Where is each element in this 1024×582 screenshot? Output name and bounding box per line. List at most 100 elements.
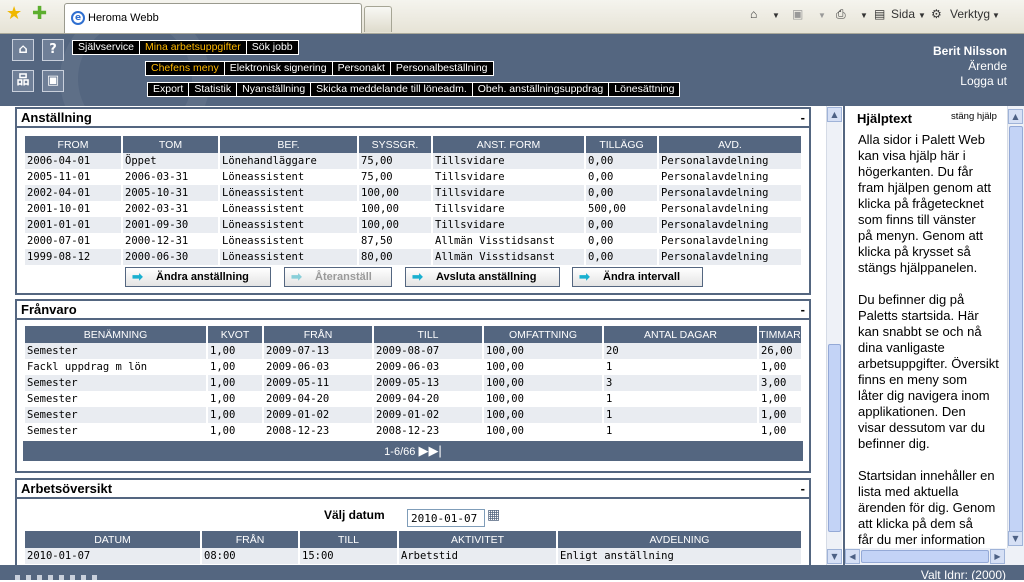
action-statistik[interactable]: Statistik [189, 83, 238, 96]
table-cell: Personalavdelning [659, 153, 801, 169]
content-scrollbar[interactable]: ▲ ▼ [826, 106, 842, 565]
add-favorite-icon[interactable]: ✚ [32, 5, 47, 23]
tools-menu[interactable]: Verktyg [950, 7, 990, 21]
help-button[interactable]: ? [42, 39, 64, 61]
table-row[interactable]: 2001-01-01 2001-09-30 Löneassistent 100,00 T… [25, 217, 801, 233]
help-scroll-thumb[interactable] [1009, 126, 1023, 536]
table-row[interactable]: 2010-01-07 08:00 15:00 Arbetstid Enligt anst… [25, 548, 801, 564]
tools-dropdown-icon[interactable]: ▼ [992, 11, 1000, 20]
table-cell: Löneassistent [220, 185, 357, 201]
table-cell: 100,00 [359, 217, 431, 233]
org-chart-button[interactable]: 品 [12, 70, 34, 92]
submenu-personakt[interactable]: Personakt [333, 62, 391, 75]
org-chart-icon: 品 [16, 73, 30, 88]
tools-gear-icon[interactable]: ⚙ [931, 7, 942, 21]
page-icon[interactable]: ▤ [874, 7, 885, 21]
browser-tab[interactable]: e Heroma Webb [64, 3, 362, 33]
avsluta-anstallning-button[interactable]: ➡ Avsluta anställning [405, 267, 560, 287]
submenu-elektronisk-signering[interactable]: Elektronisk signering [225, 62, 333, 75]
andra-intervall-button[interactable]: ➡ Ändra intervall [572, 267, 703, 287]
action-obeh-anstallningsuppdrag[interactable]: Obeh. anställningsuppdrag [473, 83, 610, 96]
table-cell: 100,00 [484, 407, 602, 423]
table-cell: Allmän Visstidsanst [435, 235, 556, 247]
action-skicka-meddelande[interactable]: Skicka meddelande till löneadm. [311, 83, 473, 96]
ateranstall-button[interactable]: ➡ Återanställ [284, 267, 392, 287]
close-help-link[interactable]: stäng hjälp [951, 111, 997, 122]
table-cell: 2009-05-11 [264, 375, 372, 391]
table-cell: 1 [606, 425, 613, 437]
table-cell: Personalavdelning [661, 203, 769, 215]
scroll-down-icon[interactable]: ▼ [827, 549, 842, 564]
table-row[interactable]: 2002-04-01 2005-10-31 Löneassistent 100,00 T… [25, 185, 801, 201]
page-menu[interactable]: Sida [891, 7, 915, 21]
help-hscroll-thumb[interactable] [861, 550, 989, 563]
arbetsoversikt-collapse-button[interactable]: - [801, 480, 805, 498]
table-cell: 0,00 [586, 217, 657, 233]
table-cell: 0,00 [588, 235, 614, 247]
browser-tab-title: Heroma Webb [88, 12, 159, 24]
table-row[interactable]: 2001-10-01 2002-03-31 Löneassistent 100,00 T… [25, 201, 801, 217]
action-lonesattning[interactable]: Lönesättning [609, 83, 679, 96]
favorites-star-icon[interactable]: ★ [6, 5, 22, 23]
action-nyanstallning[interactable]: Nyanställning [237, 83, 312, 96]
table-row[interactable]: 2000-07-01 2000-12-31 Löneassistent 87,50 Al… [25, 233, 801, 249]
feed-dropdown-icon[interactable]: ▼ [818, 11, 826, 20]
logout-link[interactable]: Logga ut [933, 74, 1007, 89]
table-row[interactable]: Semester 1,00 2008-12-23 2008-12-23 100,00 1 1… [25, 423, 801, 439]
page-dropdown-icon[interactable]: ▼ [918, 11, 926, 20]
arbetsoversikt-header: Arbetsöversikt - [17, 480, 809, 499]
last-page-icon[interactable]: ▶| [428, 443, 441, 458]
anstallning-header: Anställning - [17, 109, 809, 128]
print-dropdown-icon[interactable]: ▼ [860, 11, 868, 20]
table-cell: 2000-06-30 [123, 249, 218, 265]
next-page-icon[interactable]: ▶ [418, 443, 428, 458]
help-title: Hjälptext [857, 111, 912, 126]
rss-feed-icon[interactable]: ▣ [792, 7, 803, 21]
table-row[interactable]: Semester 1,00 2009-07-13 2009-08-07 100,00 20… [25, 343, 801, 359]
table-row[interactable]: 1999-08-12 2000-06-30 Löneassistent 80,00 Al… [25, 249, 801, 265]
table-row[interactable]: Fackl uppdrag m lön 1,00 2009-06-03 2009-06… [25, 359, 801, 375]
table-row[interactable]: Semester 1,00 2009-05-11 2009-05-13 100,00 3 3… [25, 375, 801, 391]
help-scroll-left-icon[interactable]: ◀ [845, 549, 860, 564]
menu-sok-jobb[interactable]: Sök jobb [247, 41, 298, 54]
home-dropdown-icon[interactable]: ▼ [772, 11, 780, 20]
home-icon[interactable]: ⌂ [750, 7, 757, 21]
franvaro-collapse-button[interactable]: - [801, 301, 805, 319]
help-scroll-right-icon[interactable]: ▶ [990, 549, 1005, 564]
home-button[interactable]: ⌂ [12, 39, 34, 61]
help-scrollbar[interactable]: ▲ ▼ [1007, 106, 1024, 548]
help-scroll-down-icon[interactable]: ▼ [1008, 531, 1023, 546]
window-button[interactable]: ▣ [42, 70, 64, 92]
help-hscrollbar[interactable]: ◀ ▶ [845, 548, 1024, 565]
table-row[interactable]: 2006-04-01 Öppet Lönehandläggare 75,00 Tills… [25, 153, 801, 169]
table-cell: 80,00 [359, 249, 431, 265]
table-cell: Tillsvidare [433, 185, 584, 201]
table-cell: Tillsvidare [435, 203, 505, 215]
submenu-chefens-meny[interactable]: Chefens meny [146, 62, 225, 75]
help-scroll-up-icon[interactable]: ▲ [1008, 109, 1023, 124]
scroll-up-icon[interactable]: ▲ [827, 107, 842, 122]
date-input[interactable] [407, 509, 485, 527]
menu-sjalvservice[interactable]: Självservice [73, 41, 141, 54]
table-cell: Tillsvidare [433, 153, 584, 169]
menu-mina-arbetsuppgifter[interactable]: Mina arbetsuppgifter [140, 41, 247, 54]
calendar-icon[interactable]: ▦ [487, 507, 500, 523]
anstallning-column-header: SYSSGR. [359, 136, 431, 153]
andra-anstallning-button[interactable]: ➡ Ändra anställning [125, 267, 271, 287]
table-cell: Lönehandläggare [220, 153, 357, 169]
table-row[interactable]: 2005-11-01 2006-03-31 Löneassistent 75,00 Ti… [25, 169, 801, 185]
submenu-personalbestallning[interactable]: Personalbeställning [391, 62, 493, 75]
print-icon[interactable]: ⎙ [836, 7, 846, 22]
franvaro-column-header: TIMMAR [759, 326, 801, 343]
anstallning-collapse-button[interactable]: - [801, 109, 805, 127]
arende-link[interactable]: Ärende [933, 59, 1007, 74]
help-paragraph: Startsidan innehåller en lista med aktue… [858, 468, 996, 547]
new-tab-button[interactable] [364, 6, 392, 32]
table-row[interactable]: Semester 1,00 2009-04-20 2009-04-20 100,00 1 1… [25, 391, 801, 407]
table-cell: 2009-06-03 [266, 361, 330, 373]
table-row[interactable]: Semester 1,00 2009-01-02 2009-01-02 100,00 1 1… [25, 407, 801, 423]
scroll-thumb[interactable] [828, 344, 841, 532]
table-cell: 08:00 [202, 548, 298, 564]
question-icon: ? [49, 42, 57, 57]
action-export[interactable]: Export [148, 83, 190, 96]
